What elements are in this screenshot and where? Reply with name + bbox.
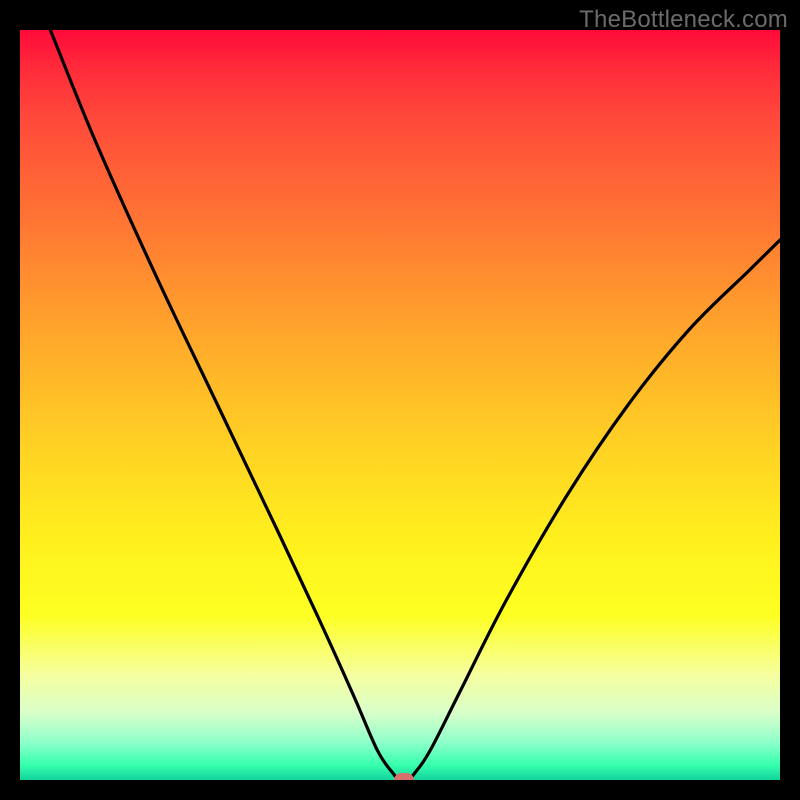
watermark-text: TheBottleneck.com <box>579 6 788 34</box>
plot-area <box>20 30 780 780</box>
chart-frame: TheBottleneck.com <box>0 0 800 800</box>
bottleneck-curve <box>20 30 780 780</box>
optimal-point-marker <box>394 773 414 780</box>
